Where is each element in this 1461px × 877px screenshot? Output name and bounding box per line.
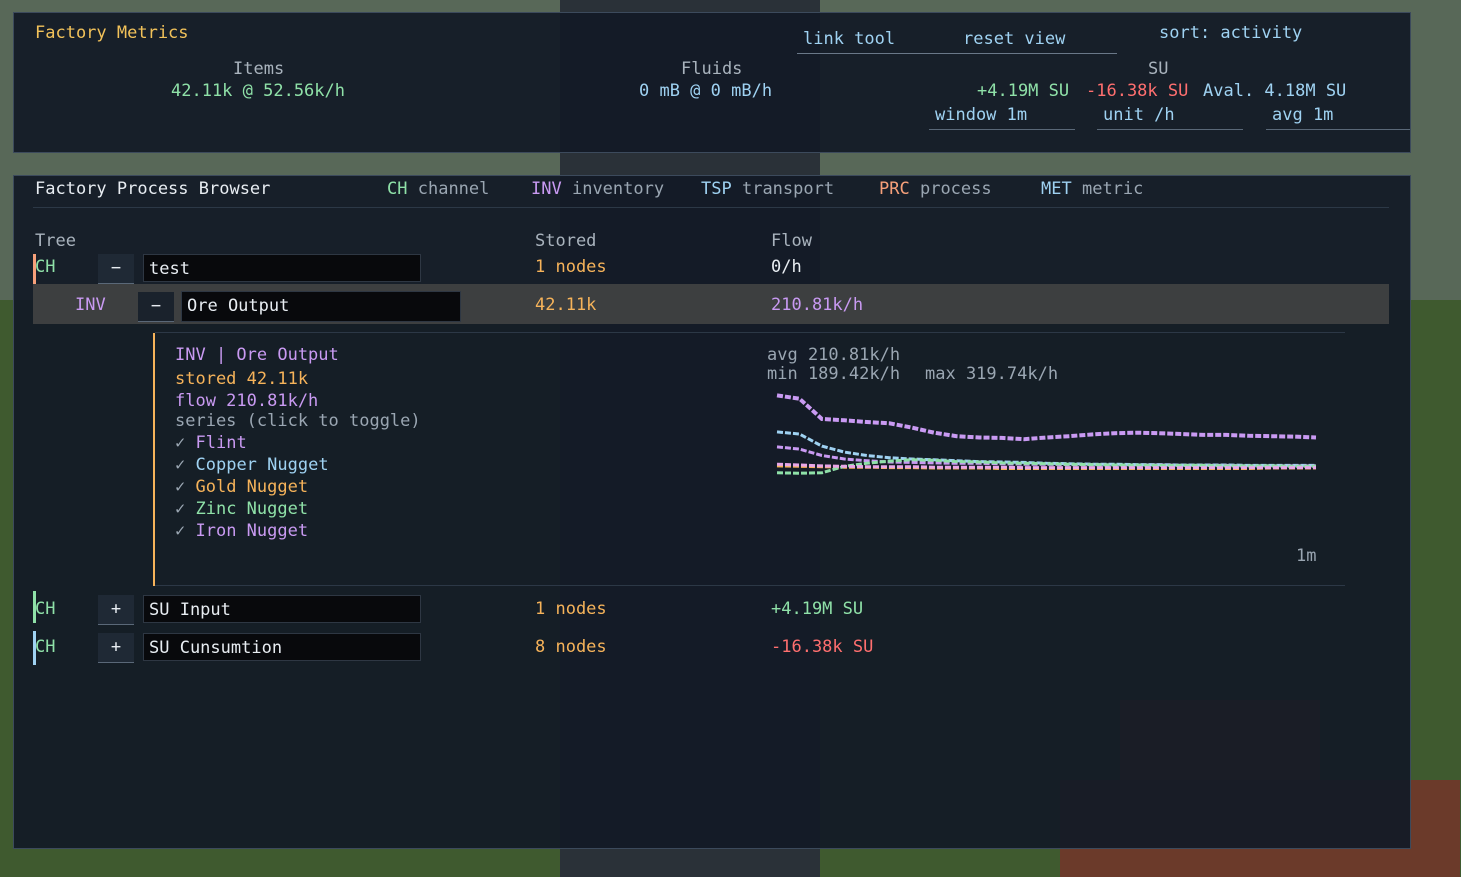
detail-flow: flow 210.81k/h xyxy=(175,391,319,411)
items-label: Items xyxy=(233,59,285,79)
items-value: 42.11k @ 52.56k/h xyxy=(171,81,345,101)
row-type: CH xyxy=(35,599,56,619)
row-name[interactable]: Ore Output xyxy=(181,291,461,322)
factory-metrics-panel: Factory Metrics link tool reset view sor… xyxy=(13,12,1411,153)
browser-title: Factory Process Browser xyxy=(35,179,271,199)
series-name: Gold Nugget xyxy=(195,477,309,497)
legend-inventory: INV inventory xyxy=(531,179,664,199)
fluids-label: Fluids xyxy=(681,59,743,79)
x-axis-label: 1m xyxy=(1296,546,1316,566)
detail-bottom-divider xyxy=(155,585,1345,586)
chart-max: max 319.74k/h xyxy=(925,364,1059,384)
check-icon: ✓ xyxy=(175,433,186,453)
series-name: Copper Nugget xyxy=(195,455,329,475)
check-icon: ✓ xyxy=(175,455,186,475)
row-flow: +4.19M SU xyxy=(771,599,864,619)
legend-transport: TSP transport xyxy=(701,179,834,199)
legend-label: process xyxy=(919,179,992,199)
series-toggle-zinc-nugget[interactable]: ✓ Zinc Nugget xyxy=(175,499,308,519)
series-hint: series (click to toggle) xyxy=(175,411,421,431)
row-name[interactable]: SU Cunsumtion xyxy=(143,633,421,661)
legend-code: INV xyxy=(531,179,562,199)
row-type: INV xyxy=(75,295,106,315)
legend-label: channel xyxy=(417,179,490,199)
reset-view-button[interactable]: reset view xyxy=(963,29,1065,49)
legend-label: inventory xyxy=(571,179,665,199)
series-name: Iron Nugget xyxy=(195,521,309,541)
column-flow: Flow xyxy=(771,231,812,251)
unit-selector[interactable]: unit /h xyxy=(1097,105,1243,130)
detail-accent-bar xyxy=(153,333,155,586)
su-consumption-value: -16.38k SU xyxy=(1086,81,1189,101)
legend-metric: MET metric xyxy=(1041,179,1143,199)
fluids-value: 0 mB @ 0 mB/h xyxy=(639,81,773,101)
process-browser-panel: Factory Process Browser CH channel INV i… xyxy=(13,175,1411,849)
check-icon: ✓ xyxy=(175,499,186,519)
row-flow: 0/h xyxy=(771,257,802,277)
legend-label: transport xyxy=(741,179,835,199)
legend-process: PRC process xyxy=(879,179,992,199)
window-selector[interactable]: window 1m xyxy=(929,105,1075,130)
series-toggle-iron-nugget[interactable]: ✓ Iron Nugget xyxy=(175,521,308,541)
series-line-total xyxy=(776,393,1317,442)
check-icon: ✓ xyxy=(175,521,186,541)
series-toggle-gold-nugget[interactable]: ✓ Gold Nugget xyxy=(175,477,308,497)
avg-selector-label: avg 1m xyxy=(1272,105,1334,125)
collapse-button[interactable]: − xyxy=(138,292,174,322)
series-toggle-flint[interactable]: ✓ Flint xyxy=(175,433,247,453)
row-flow: 210.81k/h xyxy=(771,295,864,315)
expand-button[interactable]: + xyxy=(98,633,134,663)
legend-code: TSP xyxy=(701,179,732,199)
unit-selector-label: unit /h xyxy=(1103,105,1175,125)
metrics-title: Factory Metrics xyxy=(35,23,189,43)
detail-stored: stored 42.11k xyxy=(175,369,309,389)
series-toggle-copper-nugget[interactable]: ✓ Copper Nugget xyxy=(175,455,329,475)
row-name[interactable]: SU Input xyxy=(143,595,421,623)
legend-label: metric xyxy=(1081,179,1144,199)
detail-top-divider xyxy=(155,332,1345,333)
column-tree: Tree xyxy=(35,231,76,251)
legend-channel: CH channel xyxy=(387,179,489,199)
su-input-value: +4.19M SU xyxy=(977,81,1070,101)
chart-min: min 189.42k/h xyxy=(767,364,901,384)
legend-code: MET xyxy=(1041,179,1072,199)
avg-selector[interactable]: avg 1m xyxy=(1266,105,1410,130)
row-stored: 8 nodes xyxy=(535,637,607,657)
row-flow: -16.38k SU xyxy=(771,637,874,657)
expand-button[interactable]: + xyxy=(98,595,134,625)
collapse-button[interactable]: − xyxy=(98,254,134,284)
detail-heading: INV | Ore Output xyxy=(175,345,339,365)
row-type: CH xyxy=(35,257,56,277)
legend-code: CH xyxy=(387,179,408,199)
column-stored: Stored xyxy=(535,231,597,251)
flow-chart[interactable]: 1m xyxy=(761,391,1331,571)
su-label: SU xyxy=(1148,59,1169,79)
row-type: CH xyxy=(35,637,56,657)
legend-code: PRC xyxy=(879,179,910,199)
header-divider xyxy=(33,207,1389,208)
sort-button[interactable]: sort: activity xyxy=(1159,23,1302,43)
window-selector-label: window 1m xyxy=(935,105,1028,125)
check-icon: ✓ xyxy=(175,477,186,497)
su-available-value: Aval. 4.18M SU xyxy=(1203,81,1347,101)
row-stored: 42.11k xyxy=(535,295,597,315)
chart-avg: avg 210.81k/h xyxy=(767,345,901,365)
row-name[interactable]: test xyxy=(143,254,421,282)
series-name: Zinc Nugget xyxy=(195,499,309,519)
link-tool-button[interactable]: link tool xyxy=(803,29,895,49)
series-name: Flint xyxy=(195,433,247,453)
row-stored: 1 nodes xyxy=(535,599,607,619)
row-stored: 1 nodes xyxy=(535,257,607,277)
